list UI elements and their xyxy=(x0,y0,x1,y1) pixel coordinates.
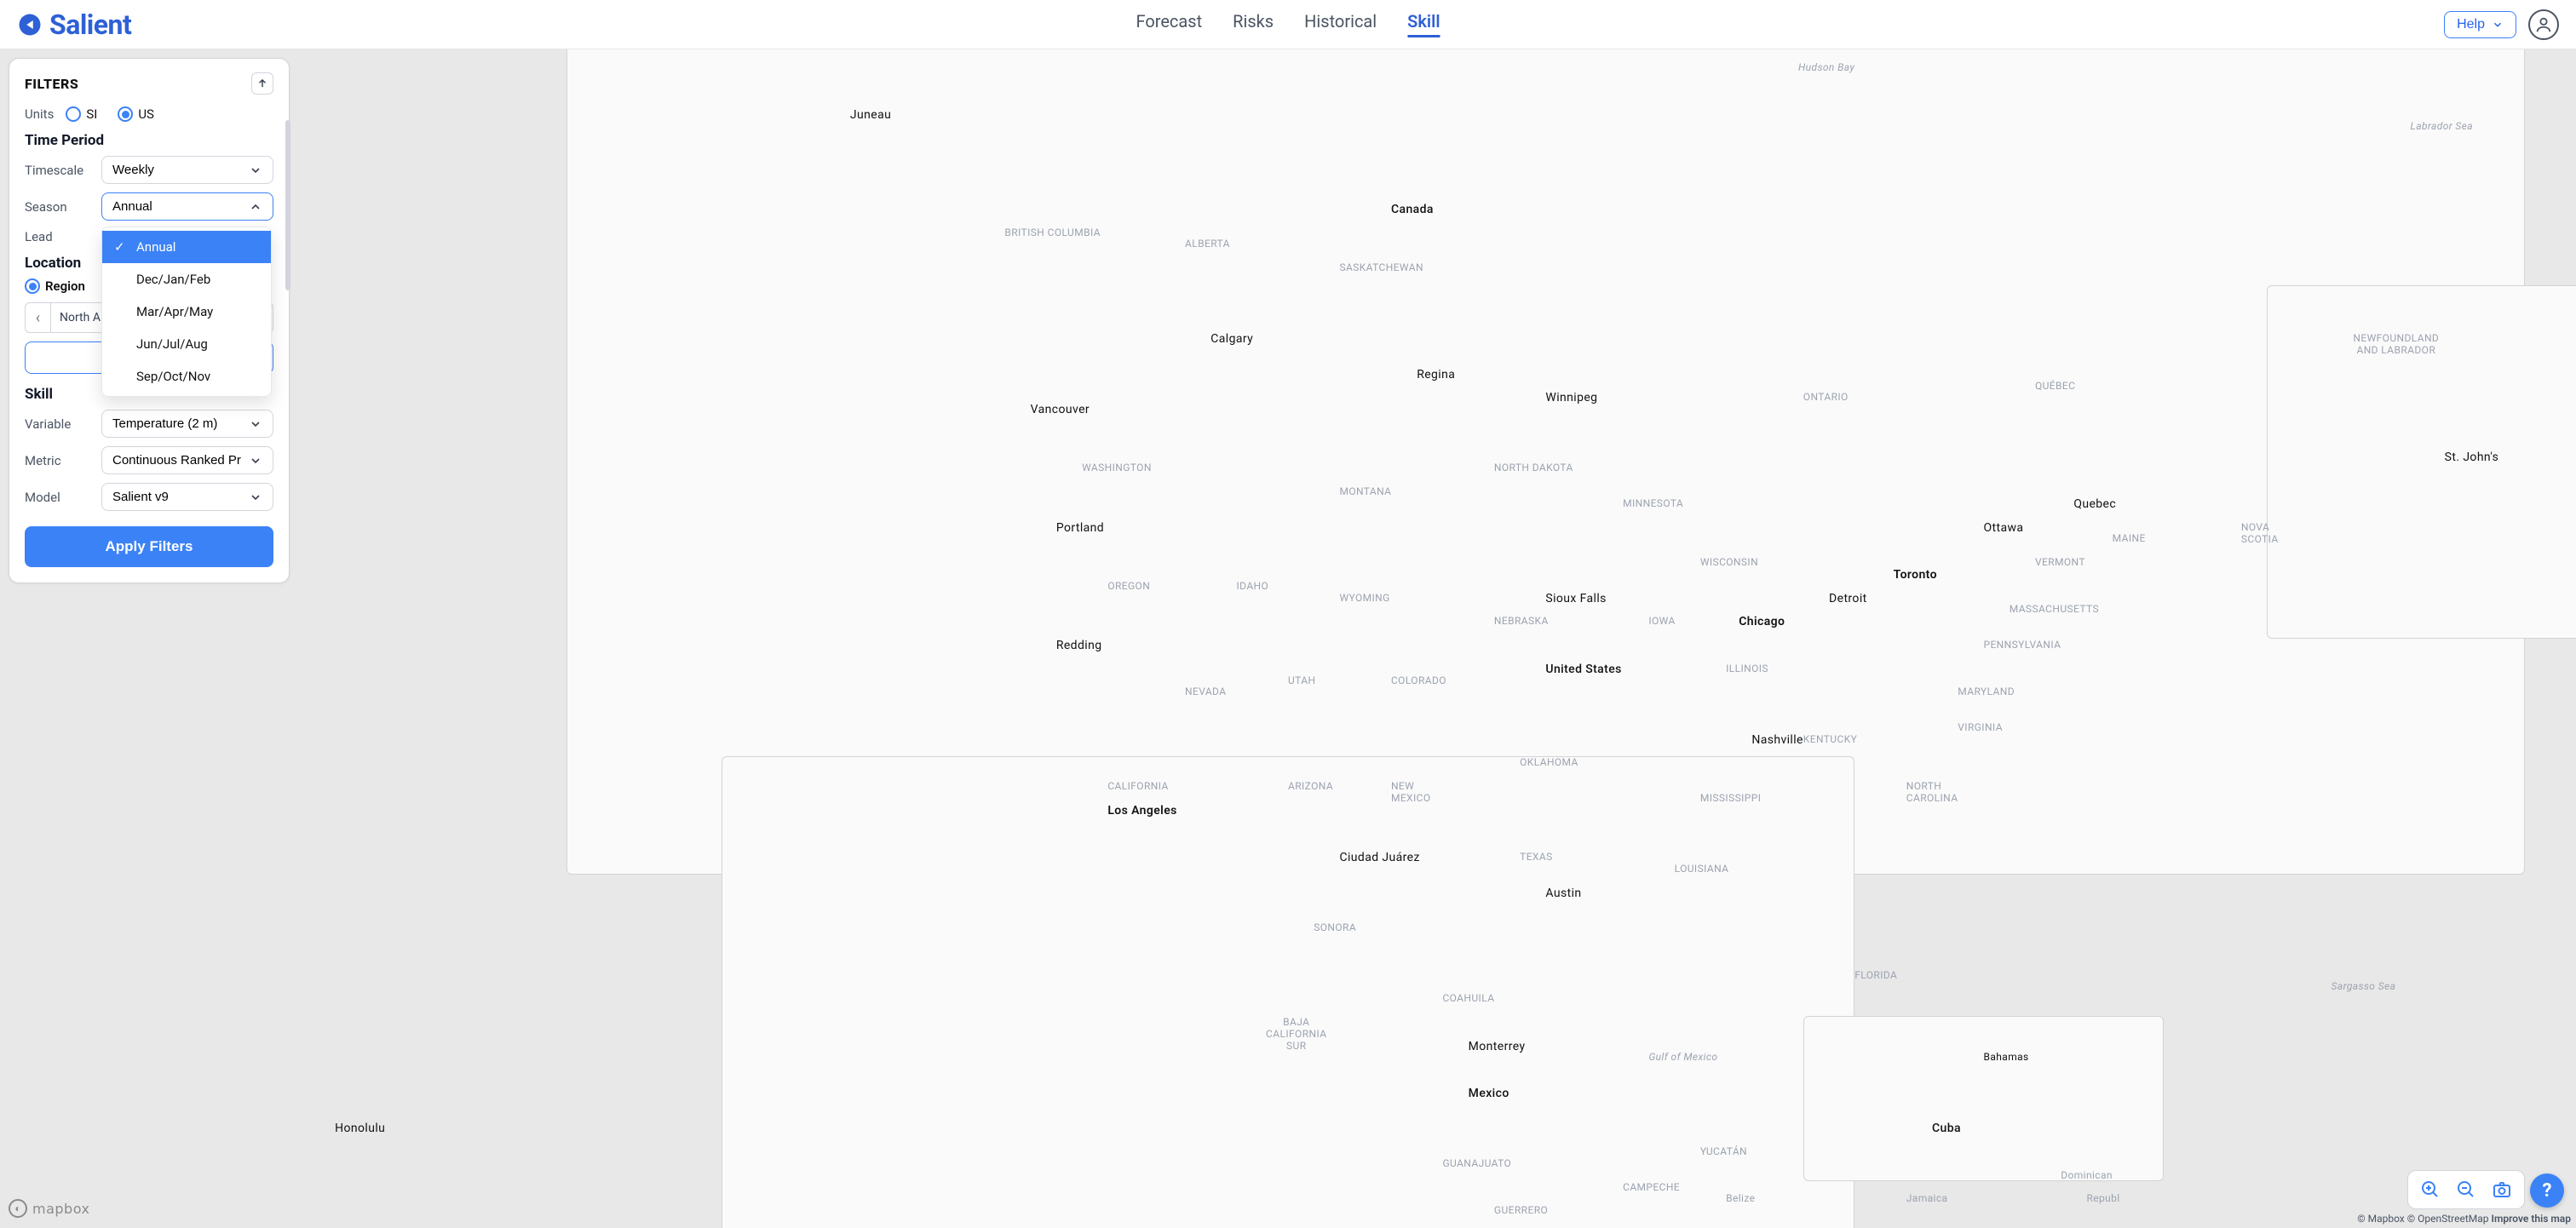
season-dropdown: Annual Dec/Jan/Feb Mar/Apr/May Jun/Jul/A… xyxy=(101,227,272,397)
arrow-up-icon xyxy=(256,77,268,89)
country-jamaica: Jamaica xyxy=(1906,1192,1948,1204)
season-option-annual[interactable]: Annual xyxy=(102,231,271,263)
region-label: Region xyxy=(45,278,85,294)
topbar-right: Help xyxy=(2444,9,2559,40)
attrib-osm[interactable]: © OpenStreetMap xyxy=(2407,1213,2489,1225)
help-button[interactable]: Help xyxy=(2444,11,2516,38)
stage: Hudson Bay Labrador Sea Gulf of Mexico S… xyxy=(0,49,2576,1228)
city-honolulu: Honolulu xyxy=(335,1122,385,1135)
nav-historical[interactable]: Historical xyxy=(1304,11,1377,37)
collapse-button[interactable] xyxy=(251,72,273,95)
variable-value: Temperature (2 m) xyxy=(112,416,217,431)
chevron-down-icon xyxy=(249,491,262,504)
model-select[interactable]: Salient v9 xyxy=(101,483,273,511)
variable-label: Variable xyxy=(25,416,93,432)
chevron-down-icon xyxy=(249,164,262,177)
metric-select[interactable]: Continuous Ranked Pr xyxy=(101,446,273,474)
zoom-in-button[interactable] xyxy=(2418,1178,2442,1202)
crumb-back-button[interactable]: ‹ xyxy=(25,302,50,333)
user-avatar[interactable] xyxy=(2528,9,2559,40)
chevron-down-icon xyxy=(249,417,262,431)
season-select[interactable]: Annual xyxy=(101,192,273,221)
user-icon xyxy=(2534,15,2553,34)
mapbox-logo-text: mapbox xyxy=(32,1201,89,1217)
apply-filters-button[interactable]: Apply Filters xyxy=(25,526,273,567)
model-value: Salient v9 xyxy=(112,490,169,504)
timescale-label: Timescale xyxy=(25,163,93,178)
zoom-in-icon xyxy=(2420,1179,2441,1200)
map-controls xyxy=(2407,1170,2525,1209)
attrib-improve[interactable]: Improve this map xyxy=(2492,1213,2571,1225)
zoom-out-icon xyxy=(2456,1179,2476,1200)
nav-skill[interactable]: Skill xyxy=(1407,11,1440,37)
units-si-text: SI xyxy=(86,106,97,122)
variable-select[interactable]: Temperature (2 m) xyxy=(101,410,273,438)
camera-icon xyxy=(2492,1179,2512,1200)
model-label: Model xyxy=(25,490,93,505)
timescale-select[interactable]: Weekly xyxy=(101,156,273,184)
season-option-jja[interactable]: Jun/Jul/Aug xyxy=(102,328,271,360)
screenshot-button[interactable] xyxy=(2490,1178,2514,1202)
season-option-son[interactable]: Sep/Oct/Nov xyxy=(102,360,271,393)
nav-forecast[interactable]: Forecast xyxy=(1136,11,1202,37)
brand-mark-icon xyxy=(17,12,43,37)
metric-label: Metric xyxy=(25,453,93,468)
map[interactable]: Hudson Bay Labrador Sea Gulf of Mexico S… xyxy=(0,49,2576,1228)
help-label: Help xyxy=(2457,17,2485,32)
metric-value: Continuous Ranked Pr xyxy=(112,453,241,468)
nav-risks[interactable]: Risks xyxy=(1233,11,1274,37)
brand-logo[interactable]: Salient xyxy=(17,9,131,41)
topbar: Salient Forecast Risks Historical Skill … xyxy=(0,0,2576,49)
season-option-djf[interactable]: Dec/Jan/Feb xyxy=(102,263,271,296)
mapbox-logo-icon: ◐ xyxy=(9,1199,27,1218)
units-si-radio[interactable]: SI xyxy=(66,106,97,122)
attrib-mapbox[interactable]: © Mapbox xyxy=(2357,1213,2405,1225)
mapbox-logo[interactable]: ◐ mapbox xyxy=(9,1199,89,1218)
chevron-down-icon xyxy=(249,454,262,468)
prov-fl: FLORIDA xyxy=(1854,969,1897,981)
top-nav: Forecast Risks Historical Skill xyxy=(1136,11,1440,37)
chevron-up-icon xyxy=(249,200,262,214)
units-us-radio[interactable]: US xyxy=(118,106,154,122)
country-republ: Republ xyxy=(2086,1192,2119,1204)
season-option-mam[interactable]: Mar/Apr/May xyxy=(102,296,271,328)
filters-title: FILTERS xyxy=(25,76,78,92)
zoom-out-button[interactable] xyxy=(2454,1178,2478,1202)
units-label: Units xyxy=(25,106,54,122)
map-attribution: © Mapbox © OpenStreetMap Improve this ma… xyxy=(2357,1213,2571,1225)
timescale-value: Weekly xyxy=(112,163,154,177)
lead-label: Lead xyxy=(25,229,93,244)
region-radio[interactable]: Region xyxy=(25,278,85,294)
season-label: Season xyxy=(25,199,93,215)
time-period-title: Time Period xyxy=(25,132,273,149)
brand-name: Salient xyxy=(49,9,131,41)
water-sargasso: Sargasso Sea xyxy=(2332,980,2396,992)
chevron-down-icon xyxy=(2492,19,2504,31)
help-fab[interactable]: ? xyxy=(2530,1173,2564,1208)
units-us-text: US xyxy=(138,106,154,122)
panel-scrollbar[interactable] xyxy=(285,69,290,531)
filters-panel: FILTERS Units SI US Time Period Timescal… xyxy=(9,58,290,583)
season-value: Annual xyxy=(112,199,152,214)
